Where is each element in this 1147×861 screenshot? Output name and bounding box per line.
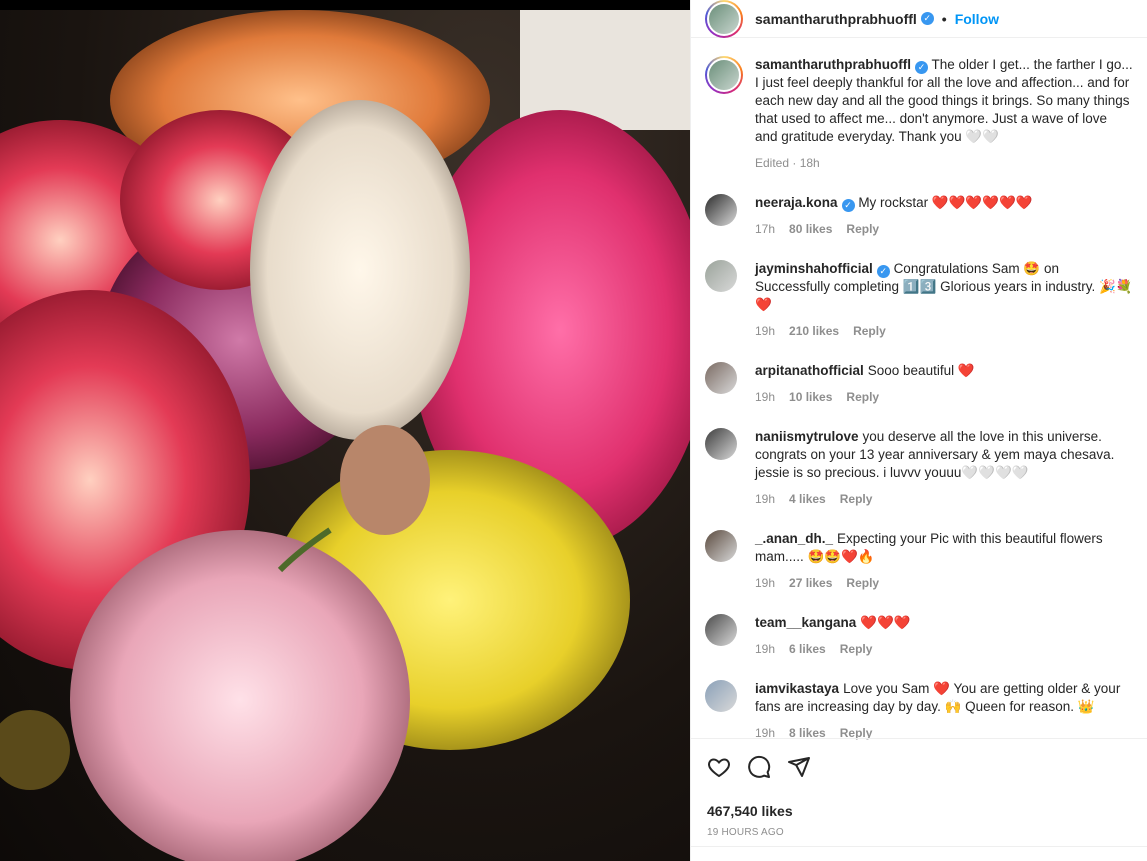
caption-username[interactable]: samantharuthprabhuoffl: [755, 57, 911, 72]
comment-text: Sooo beautiful ❤️: [867, 363, 975, 378]
comment-item: _.anan_dh._ Expecting your Pic with this …: [705, 530, 1133, 592]
comment-likes[interactable]: 10 likes: [789, 388, 832, 406]
reply-button[interactable]: Reply: [846, 574, 879, 592]
comments-list: samantharuthprabhuoffl ✓ The older I get.…: [691, 38, 1147, 742]
verified-icon: ✓: [915, 61, 929, 74]
verified-icon: ✓: [876, 265, 890, 278]
commenter-avatar[interactable]: [705, 680, 737, 712]
post-actions: 467,540 likes 19 HOURS AGO: [691, 738, 1147, 838]
caption-avatar[interactable]: [705, 56, 743, 94]
commenter-username[interactable]: naniismytrulove: [755, 429, 859, 444]
white-dahlia: [250, 100, 470, 440]
comment-time: 17h: [755, 222, 776, 236]
post-photo[interactable]: [0, 10, 690, 861]
commenter-avatar[interactable]: [705, 614, 737, 646]
commenter-username[interactable]: team__kangana: [755, 615, 856, 630]
comment-item: jayminshahofficial ✓ Congratulations Sam …: [705, 260, 1133, 340]
commenter-username[interactable]: iamvikastaya: [755, 681, 839, 696]
dark-bud: [0, 710, 70, 790]
author-username[interactable]: samantharuthprabhuoffl: [755, 11, 917, 27]
verified-icon: ✓: [841, 199, 855, 212]
commenter-avatar[interactable]: [705, 428, 737, 460]
separator: •: [941, 10, 947, 27]
comment-item: naniismytrulove you deserve all the love …: [705, 428, 1133, 508]
author-avatar[interactable]: [705, 0, 743, 38]
commenter-avatar[interactable]: [705, 362, 737, 394]
flower-bud: [340, 425, 430, 535]
comment-text: My rockstar ❤️❤️❤️❤️❤️❤️: [858, 195, 1033, 210]
comment-text: ❤️❤️❤️: [860, 615, 911, 630]
comment-time: 19h: [755, 576, 776, 590]
heart-icon[interactable]: [707, 755, 731, 779]
comment-time: 19h: [755, 492, 776, 506]
share-icon[interactable]: [787, 755, 811, 779]
post-side-panel: samantharuthprabhuoffl ✓ • Follow samant…: [690, 0, 1147, 861]
comment-likes[interactable]: 27 likes: [789, 574, 832, 592]
comment-time: 19h: [755, 642, 776, 656]
likes-count[interactable]: 467,540 likes: [707, 803, 1132, 819]
verified-icon: ✓: [920, 12, 934, 25]
commenter-username[interactable]: _.anan_dh._: [755, 531, 833, 546]
comment-item: neeraja.kona ✓ My rockstar ❤️❤️❤️❤️❤️❤️ 17…: [705, 194, 1133, 238]
top-strip: [0, 0, 690, 10]
commenter-username[interactable]: arpitanathofficial: [755, 363, 864, 378]
dahlia-bouquet-image: [0, 10, 690, 861]
caption-meta: Edited · 18h: [755, 156, 820, 170]
post-caption: samantharuthprabhuoffl ✓ The older I get.…: [705, 56, 1133, 172]
commenter-avatar[interactable]: [705, 260, 737, 292]
commenter-username[interactable]: jayminshahofficial: [755, 261, 873, 276]
commenter-username[interactable]: neeraja.kona: [755, 195, 838, 210]
comment-icon[interactable]: [747, 755, 771, 779]
divider: [691, 846, 1147, 847]
commenter-avatar[interactable]: [705, 194, 737, 226]
post-timestamp: 19 HOURS AGO: [707, 827, 784, 838]
post-header: samantharuthprabhuoffl ✓ • Follow: [691, 0, 1147, 38]
comment-likes[interactable]: 4 likes: [789, 490, 826, 508]
reply-button[interactable]: Reply: [846, 388, 879, 406]
reply-button[interactable]: Reply: [840, 490, 873, 508]
reply-button[interactable]: Reply: [846, 220, 879, 238]
comment-item: team__kangana ❤️❤️❤️ 19h 6 likes Reply: [705, 614, 1133, 658]
comment-time: 19h: [755, 324, 776, 338]
comment-time: 19h: [755, 390, 776, 404]
comment-likes[interactable]: 80 likes: [789, 220, 832, 238]
reply-button[interactable]: Reply: [853, 322, 886, 340]
comment-likes[interactable]: 6 likes: [789, 640, 826, 658]
comment-likes[interactable]: 210 likes: [789, 322, 839, 340]
comment-item: arpitanathofficial Sooo beautiful ❤️ 19h 10…: [705, 362, 1133, 406]
commenter-avatar[interactable]: [705, 530, 737, 562]
light-pink-dahlia: [70, 530, 410, 861]
reply-button[interactable]: Reply: [840, 640, 873, 658]
follow-button[interactable]: Follow: [955, 11, 999, 27]
comment-item: iamvikastaya Love you Sam ❤️ You are gett…: [705, 680, 1133, 742]
